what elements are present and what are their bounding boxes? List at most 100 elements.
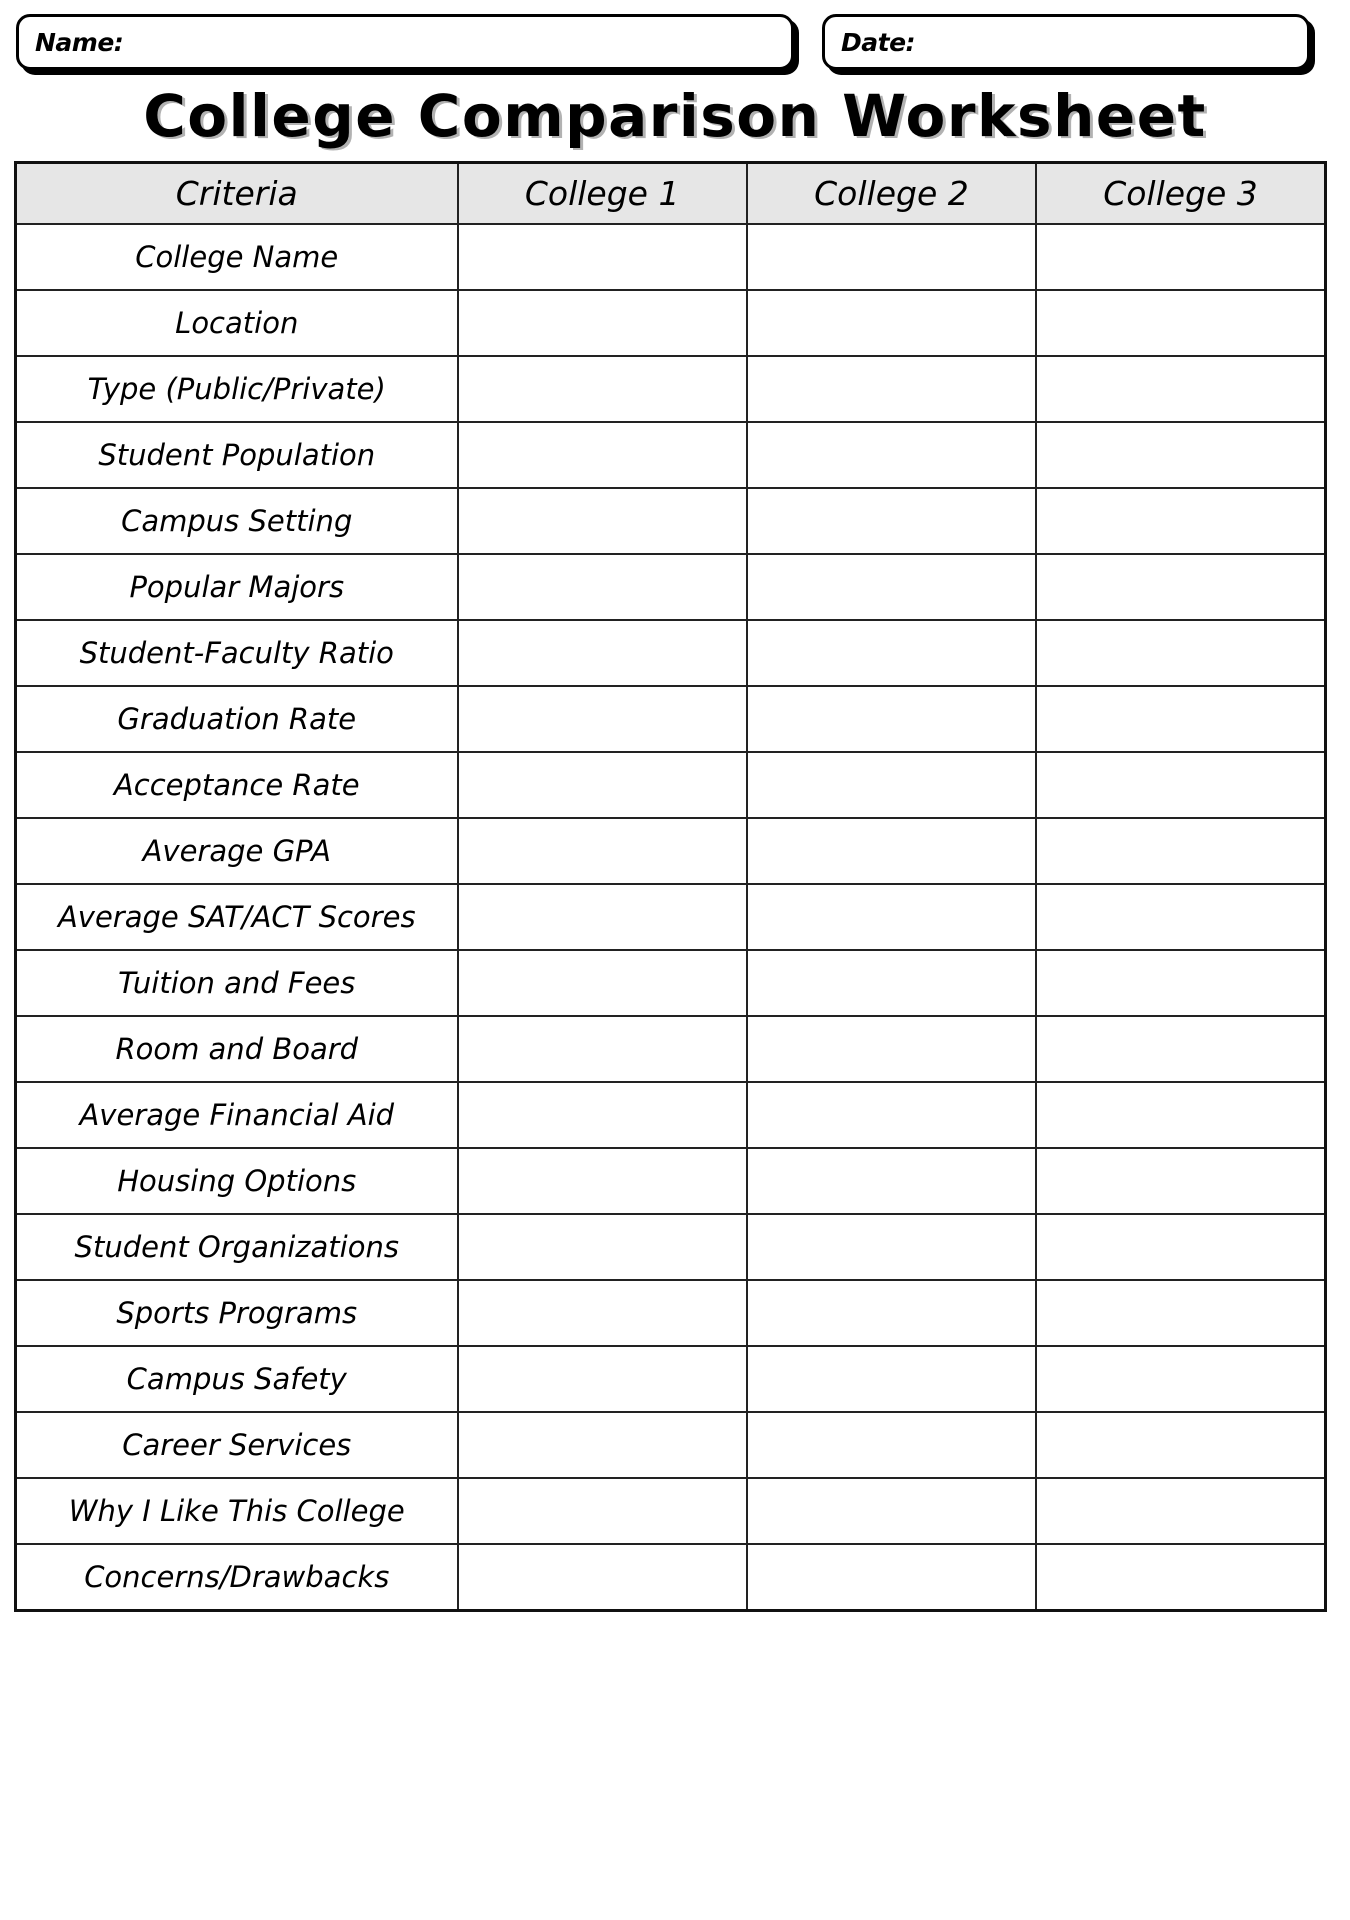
answer-cell-college-2[interactable] [745, 1213, 1038, 1282]
date-label: Date: [841, 27, 916, 57]
criteria-label: Campus Safety [126, 1361, 347, 1396]
criteria-label: Housing Options [117, 1163, 357, 1198]
answer-cell-college-2[interactable] [745, 619, 1038, 688]
table-row: Location [14, 289, 1327, 358]
answer-cell-college-1[interactable] [456, 817, 748, 886]
answer-cell-college-3[interactable] [1035, 883, 1327, 952]
answer-cell-college-1[interactable] [456, 1213, 748, 1282]
answer-cell-college-1[interactable] [456, 1279, 748, 1348]
answer-cell-college-2[interactable] [745, 1015, 1038, 1084]
table-row: Average SAT/ACT Scores [14, 883, 1327, 952]
answer-cell-college-1[interactable] [456, 685, 748, 754]
answer-cell-college-2[interactable] [745, 1411, 1038, 1480]
column-header-college-1-label: College 1 [524, 174, 680, 214]
answer-cell-college-2[interactable] [745, 1543, 1038, 1612]
table-row: Sports Programs [14, 1279, 1327, 1348]
answer-cell-college-2[interactable] [745, 817, 1038, 886]
answer-cell-college-1[interactable] [456, 289, 748, 358]
answer-cell-college-3[interactable] [1035, 1279, 1327, 1348]
answer-cell-college-2[interactable] [745, 223, 1038, 292]
answer-cell-college-1[interactable] [456, 1147, 748, 1216]
answer-cell-college-3[interactable] [1035, 289, 1327, 358]
answer-cell-college-2[interactable] [745, 751, 1038, 820]
answer-cell-college-1[interactable] [456, 1015, 748, 1084]
answer-cell-college-3[interactable] [1035, 1543, 1327, 1612]
answer-cell-college-2[interactable] [745, 949, 1038, 1018]
answer-cell-college-3[interactable] [1035, 685, 1327, 754]
answer-cell-college-3[interactable] [1035, 1015, 1327, 1084]
answer-cell-college-1[interactable] [456, 1081, 748, 1150]
answer-cell-college-2[interactable] [745, 289, 1038, 358]
criteria-cell: Student Organizations [14, 1213, 459, 1282]
answer-cell-college-1[interactable] [456, 883, 748, 952]
answer-cell-college-3[interactable] [1035, 751, 1327, 820]
table-row: College Name [14, 223, 1327, 292]
column-header-criteria-label: Criteria [175, 174, 298, 214]
answer-cell-college-2[interactable] [745, 355, 1038, 424]
answer-cell-college-1[interactable] [456, 1411, 748, 1480]
criteria-cell: Student-Faculty Ratio [14, 619, 459, 688]
criteria-label: Student Population [98, 437, 376, 472]
answer-cell-college-2[interactable] [745, 1345, 1038, 1414]
answer-cell-college-1[interactable] [456, 355, 748, 424]
answer-cell-college-3[interactable] [1035, 1477, 1327, 1546]
answer-cell-college-1[interactable] [456, 619, 748, 688]
answer-cell-college-2[interactable] [745, 883, 1038, 952]
answer-cell-college-1[interactable] [456, 421, 748, 490]
criteria-cell: Average Financial Aid [14, 1081, 459, 1150]
answer-cell-college-2[interactable] [745, 1147, 1038, 1216]
answer-cell-college-3[interactable] [1035, 1081, 1327, 1150]
answer-cell-college-3[interactable] [1035, 949, 1327, 1018]
criteria-label: Sports Programs [116, 1295, 358, 1330]
answer-cell-college-1[interactable] [456, 1543, 748, 1612]
answer-cell-college-2[interactable] [745, 685, 1038, 754]
answer-cell-college-2[interactable] [745, 421, 1038, 490]
column-header-criteria: Criteria [14, 161, 459, 226]
table-row: Concerns/Drawbacks [14, 1543, 1327, 1612]
answer-cell-college-3[interactable] [1035, 223, 1327, 292]
answer-cell-college-3[interactable] [1035, 1213, 1327, 1282]
table-row: Popular Majors [14, 553, 1327, 622]
table-row: Average GPA [14, 817, 1327, 886]
answer-cell-college-2[interactable] [745, 553, 1038, 622]
answer-cell-college-3[interactable] [1035, 817, 1327, 886]
criteria-label: Acceptance Rate [113, 767, 360, 802]
answer-cell-college-1[interactable] [456, 553, 748, 622]
criteria-cell: Why I Like This College [14, 1477, 459, 1546]
criteria-label: Type (Public/Private) [87, 371, 386, 406]
criteria-label: College Name [135, 239, 339, 274]
answer-cell-college-1[interactable] [456, 1345, 748, 1414]
answer-cell-college-1[interactable] [456, 949, 748, 1018]
name-field[interactable]: Name: [16, 14, 794, 70]
column-header-college-2-label: College 2 [814, 174, 969, 214]
criteria-cell: Tuition and Fees [14, 949, 459, 1018]
answer-cell-college-2[interactable] [745, 1279, 1038, 1348]
table-header: Criteria College 1 College 2 College 3 [14, 161, 1327, 226]
criteria-label: Student Organizations [74, 1229, 399, 1264]
answer-cell-college-3[interactable] [1035, 553, 1327, 622]
answer-cell-college-2[interactable] [745, 487, 1038, 556]
criteria-label: Career Services [122, 1427, 352, 1462]
answer-cell-college-1[interactable] [456, 1477, 748, 1546]
date-field[interactable]: Date: [822, 14, 1310, 70]
answer-cell-college-3[interactable] [1035, 1147, 1327, 1216]
answer-cell-college-3[interactable] [1035, 619, 1327, 688]
answer-cell-college-3[interactable] [1035, 487, 1327, 556]
criteria-cell: Campus Safety [14, 1345, 459, 1414]
criteria-label: Concerns/Drawbacks [84, 1559, 390, 1594]
table-row: Tuition and Fees [14, 949, 1327, 1018]
answer-cell-college-1[interactable] [456, 751, 748, 820]
answer-cell-college-2[interactable] [745, 1477, 1038, 1546]
column-header-college-3-label: College 3 [1103, 174, 1258, 214]
criteria-label: Room and Board [115, 1031, 359, 1066]
answer-cell-college-2[interactable] [745, 1081, 1038, 1150]
answer-cell-college-3[interactable] [1035, 421, 1327, 490]
answer-cell-college-3[interactable] [1035, 1345, 1327, 1414]
table-row: Room and Board [14, 1015, 1327, 1084]
answer-cell-college-1[interactable] [456, 223, 748, 292]
worksheet-page: Name: Date: College Comparison Worksheet… [0, 0, 1350, 1920]
answer-cell-college-3[interactable] [1035, 1411, 1327, 1480]
answer-cell-college-1[interactable] [456, 487, 748, 556]
answer-cell-college-3[interactable] [1035, 355, 1327, 424]
criteria-cell: Concerns/Drawbacks [14, 1543, 459, 1612]
